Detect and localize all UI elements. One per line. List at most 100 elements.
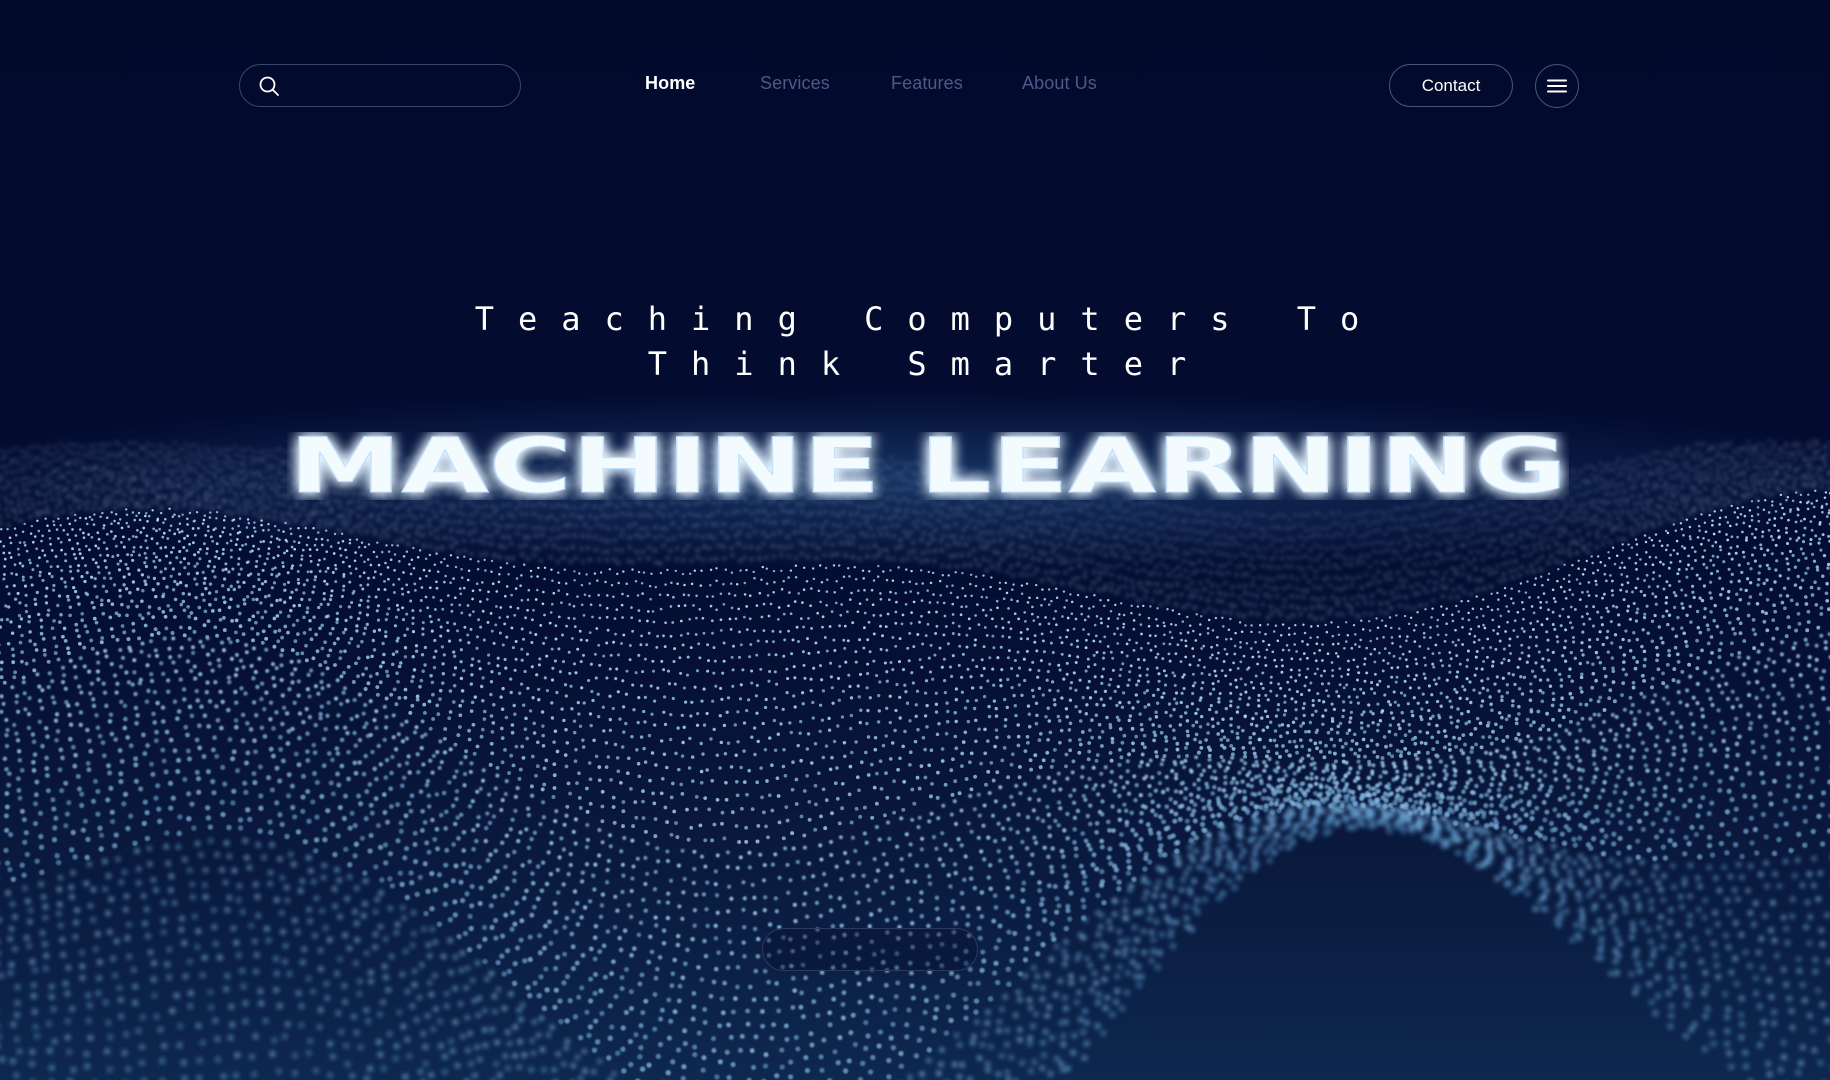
wave-particle — [1290, 604, 1293, 608]
wave-particle — [382, 512, 386, 515]
wave-particle — [14, 694, 20, 699]
wave-particle — [521, 553, 524, 556]
wave-particle — [790, 976, 796, 981]
wave-particle — [1153, 788, 1158, 793]
wave-particle — [129, 477, 132, 480]
wave-particle — [1585, 479, 1588, 482]
wave-particle — [801, 902, 807, 907]
wave-particle — [1070, 508, 1072, 510]
wave-particle — [390, 754, 395, 760]
wave-particle — [1458, 586, 1462, 589]
wave-particle — [156, 457, 159, 460]
wave-particle — [1065, 811, 1070, 817]
wave-particle — [762, 908, 767, 913]
wave-particle — [1617, 744, 1622, 749]
wave-particle — [1444, 772, 1449, 777]
wave-particle — [587, 899, 593, 904]
wave-particle — [1330, 512, 1332, 514]
wave-particle — [1314, 617, 1317, 620]
wave-particle — [495, 507, 498, 510]
wave-particle — [835, 553, 839, 556]
wave-particle — [140, 446, 142, 449]
wave-particle — [1093, 570, 1096, 574]
wave-particle — [1775, 470, 1778, 473]
wave-particle — [1472, 513, 1474, 516]
wave-particle — [644, 513, 647, 516]
wave-particle — [1525, 546, 1529, 549]
wave-particle — [1746, 692, 1752, 698]
wave-particle — [1042, 541, 1046, 544]
wave-particle — [1653, 743, 1659, 748]
wave-particle — [270, 662, 276, 667]
wave-particle — [1384, 612, 1388, 615]
wave-particle — [292, 700, 297, 705]
wave-particle — [66, 495, 69, 499]
wave-particle — [890, 885, 895, 890]
wave-particle — [1701, 508, 1704, 512]
wave-particle — [1525, 570, 1529, 573]
wave-particle — [1483, 587, 1486, 590]
wave-particle — [233, 461, 235, 464]
wave-particle — [1608, 728, 1613, 733]
wave-particle — [1025, 827, 1031, 832]
wave-particle — [48, 445, 50, 447]
wave-particle — [275, 449, 277, 452]
wave-particle — [1722, 727, 1727, 732]
wave-particle — [1532, 535, 1535, 538]
wave-particle — [42, 451, 45, 454]
wave-particle — [1577, 517, 1580, 521]
wave-particle — [1072, 827, 1077, 832]
wave-particle — [229, 499, 232, 502]
wave-particle — [1708, 742, 1714, 748]
wave-particle — [1088, 530, 1091, 532]
wave-particle — [628, 546, 631, 549]
wave-particle — [1514, 560, 1517, 563]
wave-particle — [556, 518, 559, 521]
wave-particle — [89, 483, 92, 486]
wave-particle — [639, 972, 645, 978]
wave-particle — [703, 953, 709, 959]
wave-particle — [1648, 725, 1654, 730]
wave-particle — [1701, 463, 1704, 466]
wave-particle — [1744, 480, 1747, 483]
wave-particle — [1029, 536, 1032, 539]
wave-particle — [1468, 575, 1471, 578]
wave-particle — [37, 698, 43, 703]
wave-particle — [1261, 603, 1265, 606]
wave-particle — [3, 456, 6, 459]
wave-particle — [892, 535, 895, 538]
wave-particle — [1814, 457, 1817, 460]
wave-particle — [1737, 734, 1742, 740]
wave-particle — [1585, 466, 1587, 468]
wave-particle — [103, 500, 106, 503]
wave-particle — [1133, 550, 1136, 552]
wave-particle — [1595, 546, 1599, 549]
wave-particle — [897, 500, 900, 503]
wave-particle — [1379, 602, 1382, 605]
wave-particle — [633, 523, 636, 526]
wave-particle — [804, 914, 810, 919]
wave-particle — [1594, 480, 1597, 482]
wave-particle — [1570, 533, 1573, 536]
wave-particle — [1356, 562, 1359, 564]
wave-particle — [448, 747, 453, 752]
wave-particle — [649, 949, 655, 955]
wave-particle — [1363, 511, 1366, 514]
wave-particle — [1668, 729, 1673, 735]
wave-particle — [987, 541, 990, 544]
wave-particle — [353, 743, 359, 748]
wave-particle — [1277, 566, 1280, 569]
wave-particle — [233, 483, 236, 486]
wave-particle — [1653, 512, 1656, 515]
wave-particle — [1395, 787, 1400, 793]
wave-particle — [1563, 531, 1566, 534]
wave-particle — [1367, 555, 1370, 557]
wave-particle — [66, 703, 71, 708]
wave-particle — [1278, 513, 1280, 516]
wave-particle — [1228, 543, 1231, 546]
wave-particle — [747, 865, 752, 870]
wave-particle — [1035, 568, 1039, 571]
wave-particle — [1318, 512, 1320, 515]
wave-particle — [630, 876, 635, 881]
wave-particle — [1632, 470, 1634, 473]
